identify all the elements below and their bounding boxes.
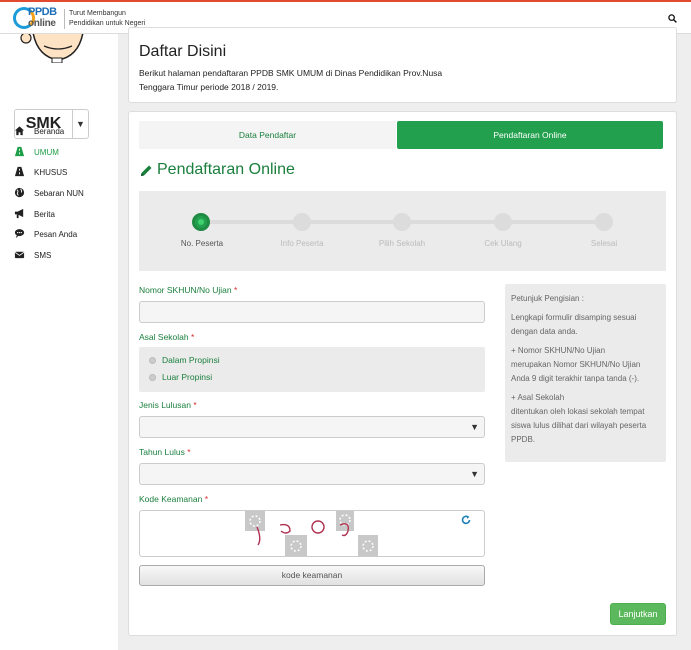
tahun-lulus-label-text: Tahun Lulus — [139, 447, 185, 457]
sidebar: SMK ▼ Beranda UMUM KHUSUS Sebaran NUN Be… — [0, 34, 118, 650]
section-title: Pendaftaran Online — [157, 161, 295, 178]
logo-text-online: online — [28, 18, 56, 29]
sidebar-item-umum[interactable]: UMUM — [14, 146, 114, 160]
nomor-skhun-label-text: Nomor SKHUN/No Ujian — [139, 285, 232, 295]
step-label-no-peserta: No. Peserta — [180, 239, 224, 248]
required-mark: * — [193, 400, 197, 410]
required-mark: * — [191, 332, 195, 342]
step-dot-info-peserta — [293, 213, 311, 231]
tab-pendaftaran-online[interactable]: Pendaftaran Online — [397, 121, 663, 149]
help-panel: Petunjuk Pengisian : Lengkapi formulir d… — [505, 284, 666, 462]
sidebar-item-sebaran-nun[interactable]: Sebaran NUN — [14, 187, 114, 201]
tagline: Turut Membangun Pendidikan untuk Negeri — [69, 9, 145, 29]
help-item-1-title: + Nomor SKHUN/No Ujian — [511, 346, 606, 355]
ppdb-logo[interactable]: PPDB online — [13, 6, 61, 32]
help-item-2-title: + Asal Sekolah — [511, 393, 565, 402]
captcha-input[interactable]: kode keamanan — [139, 565, 485, 586]
tagline-line-1: Turut Membangun — [69, 10, 126, 17]
tab-data-pendaftar[interactable]: Data Pendaftar — [139, 121, 396, 149]
step-label-pilih-sekolah: Pilih Sekolah — [378, 239, 426, 248]
tahun-lulus-select[interactable]: ▼ — [139, 463, 485, 485]
registration-panel: Data Pendaftar Pendaftaran Online Pendaf… — [128, 111, 677, 636]
globe-icon — [14, 187, 25, 198]
tahun-lulus-label: Tahun Lulus * — [139, 447, 191, 457]
sidebar-item-berita[interactable]: Berita — [14, 208, 114, 222]
select-arrow-icon: ▼ — [470, 422, 479, 432]
jenis-lulusan-label-text: Jenis Lulusan — [139, 400, 191, 410]
envelope-icon — [14, 251, 25, 259]
intro-panel: Daftar Disini Berikut halaman pendaftara… — [128, 27, 677, 103]
pencil-icon — [141, 165, 152, 176]
step-dot-cek-ulang — [494, 213, 512, 231]
chat-icon — [14, 229, 25, 239]
radio-label: Luar Propinsi — [162, 372, 213, 382]
select-arrow-icon: ▼ — [470, 469, 479, 479]
required-mark: * — [204, 494, 209, 504]
asal-sekolah-label-text: Asal Sekolah — [139, 332, 189, 342]
help-intro: Lengkapi formulir disamping sesuai denga… — [511, 313, 637, 336]
kode-keamanan-label-text: Kode Keamanan — [139, 494, 203, 504]
road-icon — [14, 146, 25, 157]
step-label-info-peserta: Info Peserta — [280, 239, 324, 248]
sidebar-item-sms[interactable]: SMS — [14, 249, 114, 263]
kode-keamanan-label: Kode Keamanan * — [139, 494, 208, 504]
required-mark: * — [187, 447, 191, 457]
sidebar-item-label: UMUM — [34, 148, 59, 157]
nomor-skhun-label: Nomor SKHUN/No Ujian * — [139, 285, 237, 295]
sidebar-item-beranda[interactable]: Beranda — [14, 125, 114, 139]
page-title: Daftar Disini — [139, 43, 227, 60]
step-dot-pilih-sekolah — [393, 213, 411, 231]
sidebar-item-label: Sebaran NUN — [34, 189, 84, 198]
jenis-lulusan-label: Jenis Lulusan * — [139, 400, 197, 410]
sidebar-item-label: SMS — [34, 251, 52, 260]
required-mark: * — [233, 285, 238, 295]
sidebar-item-label: KHUSUS — [34, 168, 68, 177]
radio-circle-icon[interactable] — [149, 357, 156, 364]
sidebar-item-label: Beranda — [34, 127, 65, 136]
captcha-image — [139, 510, 485, 557]
road-icon — [14, 166, 25, 177]
help-title: Petunjuk Pengisian : — [511, 294, 584, 303]
nomor-skhun-input[interactable] — [139, 301, 485, 323]
step-dot-selesai — [595, 213, 613, 231]
radio-circle-icon[interactable] — [149, 374, 156, 381]
step-dot-no-peserta — [192, 213, 210, 231]
sidebar-item-label: Pesan Anda — [34, 230, 78, 239]
refresh-icon[interactable] — [461, 515, 471, 525]
home-icon — [14, 126, 25, 136]
page-description: Berikut halaman pendaftaran PPDB SMK UMU… — [139, 68, 443, 92]
radio-label: Dalam Propinsi — [162, 355, 220, 365]
step-label-cek-ulang: Cek Ulang — [484, 239, 522, 248]
lanjutkan-button[interactable]: Lanjutkan — [610, 603, 666, 625]
captcha-noise-graphic — [245, 511, 378, 556]
logo-text-ppdb: PPDB — [28, 6, 57, 18]
sidebar-item-label: Berita — [34, 210, 55, 219]
bullhorn-icon — [14, 208, 24, 219]
help-item-2-text: ditentukan oleh lokasi sekolah tempat si… — [511, 407, 647, 444]
search-icon[interactable] — [668, 14, 677, 23]
step-label-selesai: Selesai — [590, 239, 618, 248]
sidebar-item-pesan-anda[interactable]: Pesan Anda — [14, 228, 114, 242]
mascot-image — [20, 34, 84, 63]
help-item-1-text: merupakan Nomor SKHUN/No Ujian Anda 9 di… — [511, 360, 641, 383]
sidebar-item-khusus[interactable]: KHUSUS — [14, 166, 114, 180]
logo-divider — [64, 9, 65, 29]
asal-sekolah-label: Asal Sekolah * — [139, 332, 194, 342]
asal-sekolah-radio-group: Dalam Propinsi Luar Propinsi — [139, 347, 485, 392]
progress-stepper: No. Peserta Info Peserta Pilih Sekolah C… — [139, 191, 666, 271]
jenis-lulusan-select[interactable]: ▼ — [139, 416, 485, 438]
